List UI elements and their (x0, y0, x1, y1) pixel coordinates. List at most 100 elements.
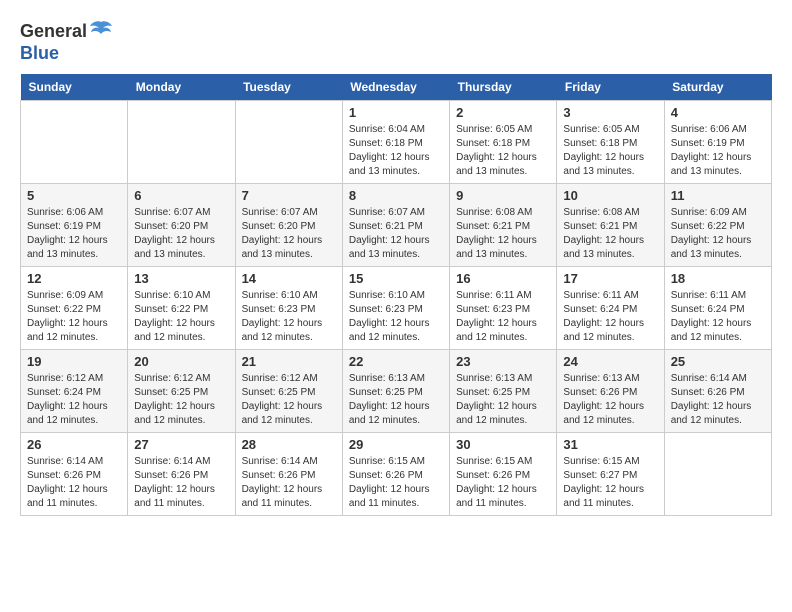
day-number: 26 (27, 437, 121, 452)
calendar-day-2: 2 Sunrise: 6:05 AM Sunset: 6:18 PM Daylig… (450, 101, 557, 184)
day-number: 10 (563, 188, 657, 203)
day-header-saturday: Saturday (664, 74, 771, 101)
day-number: 31 (563, 437, 657, 452)
day-content: Sunrise: 6:13 AM Sunset: 6:26 PM Dayligh… (563, 372, 657, 428)
day-number: 5 (27, 188, 121, 203)
day-content: Sunrise: 6:05 AM Sunset: 6:18 PM Dayligh… (456, 123, 550, 179)
calendar-day-28: 28 Sunrise: 6:14 AM Sunset: 6:26 PM Dayli… (235, 433, 342, 516)
calendar-day-11: 11 Sunrise: 6:09 AM Sunset: 6:22 PM Dayli… (664, 184, 771, 267)
day-content: Sunrise: 6:15 AM Sunset: 6:26 PM Dayligh… (456, 455, 550, 511)
day-content: Sunrise: 6:10 AM Sunset: 6:22 PM Dayligh… (134, 289, 228, 345)
day-content: Sunrise: 6:09 AM Sunset: 6:22 PM Dayligh… (671, 206, 765, 262)
day-number: 7 (242, 188, 336, 203)
day-content: Sunrise: 6:07 AM Sunset: 6:20 PM Dayligh… (242, 206, 336, 262)
day-content: Sunrise: 6:04 AM Sunset: 6:18 PM Dayligh… (349, 123, 443, 179)
day-content: Sunrise: 6:12 AM Sunset: 6:25 PM Dayligh… (242, 372, 336, 428)
day-content: Sunrise: 6:07 AM Sunset: 6:20 PM Dayligh… (134, 206, 228, 262)
day-content: Sunrise: 6:12 AM Sunset: 6:25 PM Dayligh… (134, 372, 228, 428)
calendar-day-24: 24 Sunrise: 6:13 AM Sunset: 6:26 PM Dayli… (557, 350, 664, 433)
calendar-week-4: 19Sunrise: 6:12 AM Sunset: 6:24 PM Dayli… (21, 350, 772, 433)
day-number: 25 (671, 354, 765, 369)
day-number: 22 (349, 354, 443, 369)
logo-blue-text: Blue (20, 43, 59, 63)
days-header-row: SundayMondayTuesdayWednesdayThursdayFrid… (21, 74, 772, 101)
day-content: Sunrise: 6:07 AM Sunset: 6:21 PM Dayligh… (349, 206, 443, 262)
day-content: Sunrise: 6:06 AM Sunset: 6:19 PM Dayligh… (27, 206, 121, 262)
calendar-day-15: 15 Sunrise: 6:10 AM Sunset: 6:23 PM Dayli… (342, 267, 449, 350)
day-content: Sunrise: 6:08 AM Sunset: 6:21 PM Dayligh… (563, 206, 657, 262)
day-number: 19 (27, 354, 121, 369)
day-header-wednesday: Wednesday (342, 74, 449, 101)
calendar-week-3: 12 Sunrise: 6:09 AM Sunset: 6:22 PM Dayli… (21, 267, 772, 350)
day-content: Sunrise: 6:14 AM Sunset: 6:26 PM Dayligh… (671, 372, 765, 428)
day-number: 8 (349, 188, 443, 203)
day-content: Sunrise: 6:14 AM Sunset: 6:26 PM Dayligh… (134, 455, 228, 511)
day-content: Sunrise: 6:09 AM Sunset: 6:22 PM Dayligh… (27, 289, 121, 345)
day-content: Sunrise: 6:10 AM Sunset: 6:23 PM Dayligh… (242, 289, 336, 345)
day-number: 9 (456, 188, 550, 203)
day-content: Sunrise: 6:10 AM Sunset: 6:23 PM Dayligh… (349, 289, 443, 345)
day-number: 17 (563, 271, 657, 286)
header: General Blue (20, 20, 772, 64)
calendar-day-31: 31Sunrise: 6:15 AM Sunset: 6:27 PM Dayli… (557, 433, 664, 516)
day-number: 21 (242, 354, 336, 369)
calendar-day-16: 16 Sunrise: 6:11 AM Sunset: 6:23 PM Dayli… (450, 267, 557, 350)
calendar-week-2: 5 Sunrise: 6:06 AM Sunset: 6:19 PM Daylig… (21, 184, 772, 267)
day-number: 13 (134, 271, 228, 286)
calendar-day-8: 8 Sunrise: 6:07 AM Sunset: 6:21 PM Daylig… (342, 184, 449, 267)
calendar-cell-empty (21, 101, 128, 184)
day-content: Sunrise: 6:11 AM Sunset: 6:24 PM Dayligh… (563, 289, 657, 345)
day-content: Sunrise: 6:05 AM Sunset: 6:18 PM Dayligh… (563, 123, 657, 179)
day-number: 12 (27, 271, 121, 286)
calendar-day-25: 25 Sunrise: 6:14 AM Sunset: 6:26 PM Dayli… (664, 350, 771, 433)
calendar-day-14: 14 Sunrise: 6:10 AM Sunset: 6:23 PM Dayli… (235, 267, 342, 350)
logo-bird-icon (90, 20, 112, 43)
calendar-table: SundayMondayTuesdayWednesdayThursdayFrid… (20, 74, 772, 516)
day-number: 16 (456, 271, 550, 286)
calendar-day-6: 6 Sunrise: 6:07 AM Sunset: 6:20 PM Daylig… (128, 184, 235, 267)
day-number: 11 (671, 188, 765, 203)
calendar-week-1: 1Sunrise: 6:04 AM Sunset: 6:18 PM Daylig… (21, 101, 772, 184)
day-header-friday: Friday (557, 74, 664, 101)
calendar-day-9: 9 Sunrise: 6:08 AM Sunset: 6:21 PM Daylig… (450, 184, 557, 267)
day-header-tuesday: Tuesday (235, 74, 342, 101)
calendar-day-20: 20 Sunrise: 6:12 AM Sunset: 6:25 PM Dayli… (128, 350, 235, 433)
day-content: Sunrise: 6:13 AM Sunset: 6:25 PM Dayligh… (456, 372, 550, 428)
day-number: 14 (242, 271, 336, 286)
logo-general-text: General (20, 21, 87, 42)
calendar-cell-empty (128, 101, 235, 184)
calendar-day-10: 10 Sunrise: 6:08 AM Sunset: 6:21 PM Dayli… (557, 184, 664, 267)
calendar-day-26: 26Sunrise: 6:14 AM Sunset: 6:26 PM Dayli… (21, 433, 128, 516)
calendar-day-4: 4Sunrise: 6:06 AM Sunset: 6:19 PM Daylig… (664, 101, 771, 184)
calendar-day-19: 19Sunrise: 6:12 AM Sunset: 6:24 PM Dayli… (21, 350, 128, 433)
calendar-day-12: 12 Sunrise: 6:09 AM Sunset: 6:22 PM Dayli… (21, 267, 128, 350)
day-number: 28 (242, 437, 336, 452)
day-number: 6 (134, 188, 228, 203)
calendar-day-3: 3 Sunrise: 6:05 AM Sunset: 6:18 PM Daylig… (557, 101, 664, 184)
day-header-sunday: Sunday (21, 74, 128, 101)
day-number: 18 (671, 271, 765, 286)
day-content: Sunrise: 6:14 AM Sunset: 6:26 PM Dayligh… (242, 455, 336, 511)
day-number: 2 (456, 105, 550, 120)
calendar-day-23: 23 Sunrise: 6:13 AM Sunset: 6:25 PM Dayli… (450, 350, 557, 433)
day-content: Sunrise: 6:13 AM Sunset: 6:25 PM Dayligh… (349, 372, 443, 428)
day-number: 29 (349, 437, 443, 452)
calendar-day-17: 17 Sunrise: 6:11 AM Sunset: 6:24 PM Dayli… (557, 267, 664, 350)
day-number: 23 (456, 354, 550, 369)
day-number: 4 (671, 105, 765, 120)
calendar-day-27: 27 Sunrise: 6:14 AM Sunset: 6:26 PM Dayli… (128, 433, 235, 516)
calendar-cell-empty (664, 433, 771, 516)
calendar-day-1: 1Sunrise: 6:04 AM Sunset: 6:18 PM Daylig… (342, 101, 449, 184)
day-number: 3 (563, 105, 657, 120)
day-number: 24 (563, 354, 657, 369)
day-number: 20 (134, 354, 228, 369)
day-number: 15 (349, 271, 443, 286)
day-content: Sunrise: 6:08 AM Sunset: 6:21 PM Dayligh… (456, 206, 550, 262)
calendar-cell-empty (235, 101, 342, 184)
calendar-day-5: 5 Sunrise: 6:06 AM Sunset: 6:19 PM Daylig… (21, 184, 128, 267)
day-number: 27 (134, 437, 228, 452)
day-content: Sunrise: 6:11 AM Sunset: 6:24 PM Dayligh… (671, 289, 765, 345)
day-header-thursday: Thursday (450, 74, 557, 101)
day-number: 30 (456, 437, 550, 452)
day-content: Sunrise: 6:11 AM Sunset: 6:23 PM Dayligh… (456, 289, 550, 345)
